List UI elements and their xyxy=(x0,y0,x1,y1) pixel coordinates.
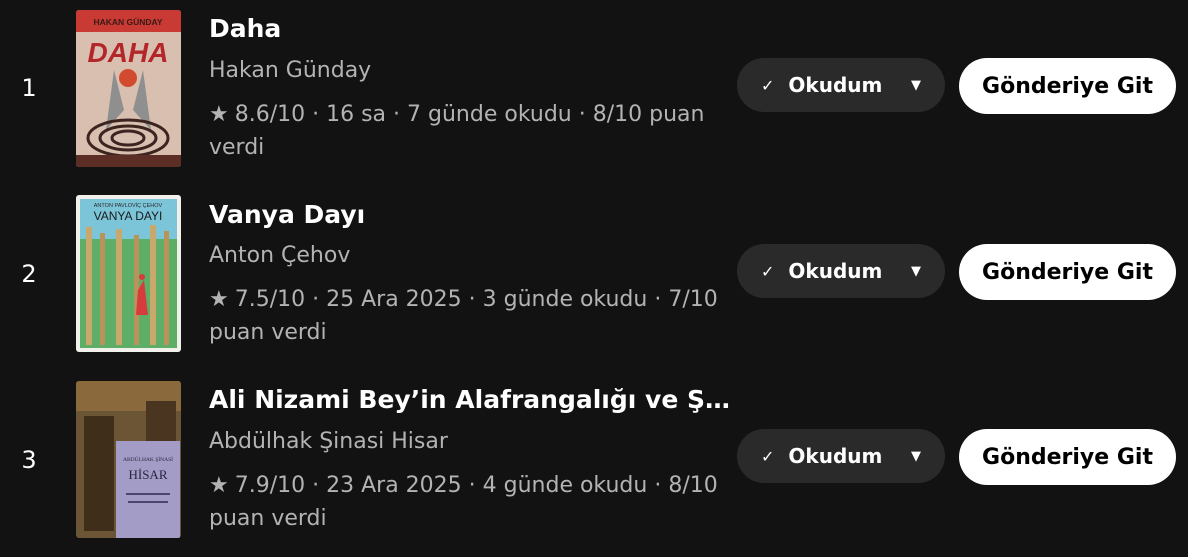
star-icon: ★ xyxy=(209,102,229,127)
cover-author-text: ABDÜLHAK ŞİNASİ xyxy=(123,456,173,463)
status-dropdown-button[interactable]: ✓ Okudum ▼ xyxy=(737,429,945,483)
cover-art: ABDÜLHAK ŞİNASİ HİSAR xyxy=(76,381,181,538)
go-to-post-button[interactable]: Gönderiye Git xyxy=(959,244,1176,300)
rank-number: 3 xyxy=(21,446,37,474)
go-to-post-button[interactable]: Gönderiye Git xyxy=(959,429,1176,485)
check-icon: ✓ xyxy=(761,446,775,466)
cover-title-text: HİSAR xyxy=(128,467,167,482)
check-icon: ✓ xyxy=(761,261,775,281)
chevron-down-icon: ▼ xyxy=(911,263,921,279)
book-author: Abdülhak Şinasi Hisar xyxy=(209,429,448,454)
chevron-down-icon: ▼ xyxy=(911,77,921,93)
status-dropdown-button[interactable]: ✓ Okudum ▼ xyxy=(737,58,945,112)
book-title[interactable]: Ali Nizami Bey’in Alafrangalığı ve Şey..… xyxy=(209,385,734,414)
book-cover[interactable]: ANTON PAVLOVİÇ ÇEHOV VANYA DAYI xyxy=(76,195,181,352)
status-dropdown-button[interactable]: ✓ Okudum ▼ xyxy=(737,244,945,298)
check-icon: ✓ xyxy=(761,75,775,95)
status-label: Okudum xyxy=(788,444,883,468)
cover-author-text: HAKAN GÜNDAY xyxy=(93,17,162,27)
rank-number: 2 xyxy=(21,260,37,288)
cover-title-text: VANYA DAYI xyxy=(94,209,163,223)
cover-art: ANTON PAVLOVİÇ ÇEHOV VANYA DAYI xyxy=(76,195,181,352)
cover-author-text: ANTON PAVLOVİÇ ÇEHOV xyxy=(94,202,163,209)
star-icon: ★ xyxy=(209,473,229,498)
star-icon: ★ xyxy=(209,287,229,312)
chevron-down-icon: ▼ xyxy=(911,448,921,464)
cover-title-text: DAHA xyxy=(88,37,169,68)
meta-text: 8.6/10 · 16 sa · 7 günde okudu · 8/10 pu… xyxy=(234,102,705,127)
rank-number: 1 xyxy=(21,74,37,102)
book-row: 2 ANTON PAVLOVİÇ ÇEHOV VANYA DAYI Vanya … xyxy=(0,186,1188,372)
book-meta: ★ 7.5/10 · 25 Ara 2025 · 3 günde okudu · … xyxy=(209,283,719,349)
meta-text-cont: puan verdi xyxy=(209,506,327,531)
meta-text: 7.9/10 · 23 Ara 2025 · 4 günde okudu · 8… xyxy=(234,473,718,498)
book-title[interactable]: Daha xyxy=(209,14,734,43)
meta-text-cont: verdi xyxy=(209,135,265,160)
status-label: Okudum xyxy=(788,259,883,283)
meta-text: 7.5/10 · 25 Ara 2025 · 3 günde okudu · 7… xyxy=(234,287,718,312)
meta-text-cont: puan verdi xyxy=(209,320,327,345)
cover-art: HAKAN GÜNDAY DAHA xyxy=(76,10,181,167)
book-cover[interactable]: HAKAN GÜNDAY DAHA xyxy=(76,10,181,167)
book-author: Hakan Günday xyxy=(209,58,372,83)
book-meta: ★ 8.6/10 · 16 sa · 7 günde okudu · 8/10 p… xyxy=(209,98,719,164)
book-meta: ★ 7.9/10 · 23 Ara 2025 · 4 günde okudu · … xyxy=(209,469,719,535)
book-title[interactable]: Vanya Dayı xyxy=(209,200,734,229)
book-row: 1 HAKAN GÜNDAY DAHA Daha Hakan Günday ★ 8… xyxy=(0,0,1188,186)
book-author: Anton Çehov xyxy=(209,243,351,268)
book-cover[interactable]: ABDÜLHAK ŞİNASİ HİSAR xyxy=(76,381,181,538)
go-to-post-button[interactable]: Gönderiye Git xyxy=(959,58,1176,114)
book-row: 3 ABDÜLHAK ŞİNASİ HİSAR Ali Nizami Bey’i… xyxy=(0,371,1188,557)
status-label: Okudum xyxy=(788,73,883,97)
